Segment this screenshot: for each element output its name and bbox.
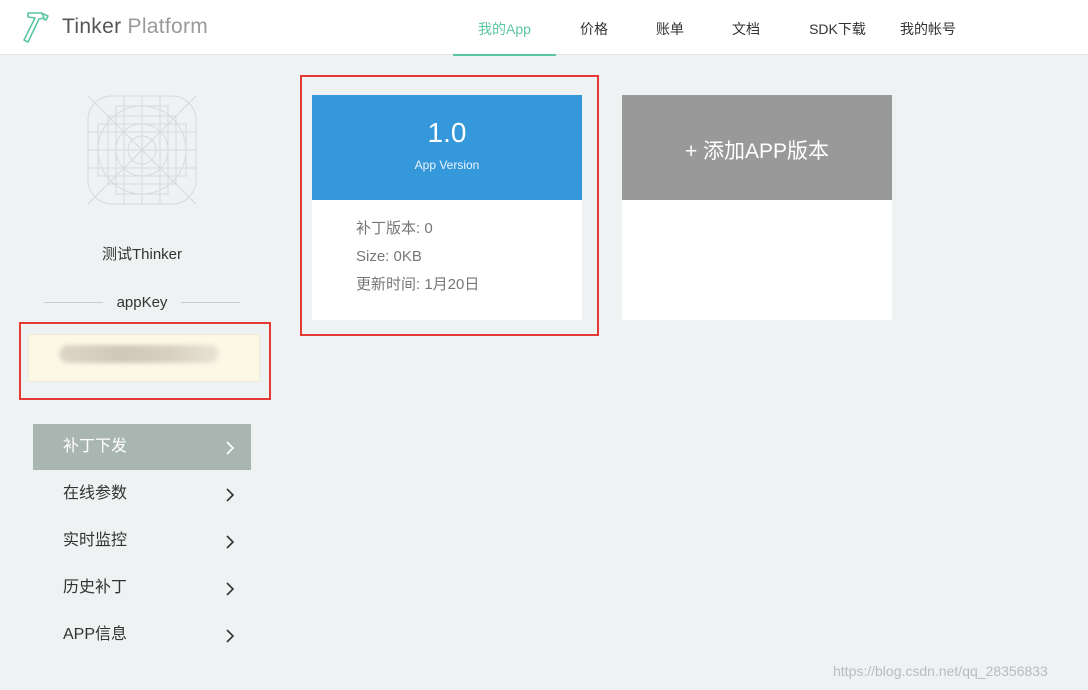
version-subtitle: App Version xyxy=(414,158,480,172)
sidebar-item-label: 补丁下发 xyxy=(63,438,128,455)
sidebar-item-realtime-monitor[interactable]: 实时监控 xyxy=(33,518,251,564)
chevron-right-icon xyxy=(226,582,235,596)
sidebar-item-label: APP信息 xyxy=(63,626,128,643)
highlight-box-appkey xyxy=(19,322,271,400)
nav-sdk-download[interactable]: SDK下载 xyxy=(784,0,891,55)
appkey-divider: appKey xyxy=(44,292,240,312)
divider-line-left xyxy=(44,301,103,303)
nav-billing[interactable]: 账单 xyxy=(632,0,708,55)
add-app-version-button[interactable]: + 添加APP版本 xyxy=(622,135,892,165)
version-card-header: 1.0 App Version xyxy=(312,95,582,200)
add-card-header: + 添加APP版本 xyxy=(622,95,892,200)
size-text: Size: 0KB xyxy=(356,248,422,265)
sidebar-item-online-params[interactable]: 在线参数 xyxy=(33,471,251,517)
divider-line-right xyxy=(181,301,240,303)
app-name: 测试Thinker xyxy=(101,246,183,263)
sidebar-item-patch-history[interactable]: 历史补丁 xyxy=(33,565,251,611)
sidebar-item-patch-release[interactable]: 补丁下发 xyxy=(33,424,251,470)
version-info: 补丁版本: 0 Size: 0KB 更新时间: 1月20日 xyxy=(356,215,479,299)
updated-time-text: 更新时间: 1月20日 xyxy=(356,276,480,293)
sidebar-menu: 补丁下发 在线参数 实时监控 历史补丁 APP信息 xyxy=(33,424,251,659)
hammer-logo-icon xyxy=(23,12,49,43)
chevron-right-icon xyxy=(226,441,235,455)
nav-my-app[interactable]: 我的App xyxy=(453,0,556,56)
add-app-version-card[interactable]: + 添加APP版本 xyxy=(622,95,892,320)
logo[interactable]: Tinker Platform xyxy=(22,10,208,44)
main-nav: 我的App 价格 账单 文档 SDK下载 我的帐号 xyxy=(453,0,965,56)
watermark-text: https://blog.csdn.net/qq_28356833 xyxy=(833,663,1048,679)
brand-light: Platform xyxy=(127,15,209,38)
nav-docs[interactable]: 文档 xyxy=(708,0,784,55)
chevron-right-icon xyxy=(226,535,235,549)
brand-bold: Tinker xyxy=(62,15,122,38)
appkey-label: appKey xyxy=(116,293,168,311)
brand-name: Tinker Platform xyxy=(62,15,208,39)
chevron-right-icon xyxy=(226,488,235,502)
app-version-card[interactable]: 1.0 App Version 补丁版本: 0 Size: 0KB 更新时间: … xyxy=(312,95,582,320)
version-number: 1.0 xyxy=(427,117,467,148)
chevron-right-icon xyxy=(226,629,235,643)
patch-version-text: 补丁版本: 0 xyxy=(356,220,433,237)
sidebar-item-label: 历史补丁 xyxy=(63,579,128,596)
top-header: Tinker Platform 我的App 价格 账单 文档 SDK下载 我的帐… xyxy=(0,0,1088,56)
nav-pricing[interactable]: 价格 xyxy=(556,0,632,55)
sidebar-item-label: 在线参数 xyxy=(63,485,128,502)
nav-my-account[interactable]: 我的帐号 xyxy=(891,0,965,55)
sidebar-item-app-info[interactable]: APP信息 xyxy=(33,612,251,658)
sidebar-item-label: 实时监控 xyxy=(63,532,128,549)
app-placeholder-icon xyxy=(87,95,197,205)
